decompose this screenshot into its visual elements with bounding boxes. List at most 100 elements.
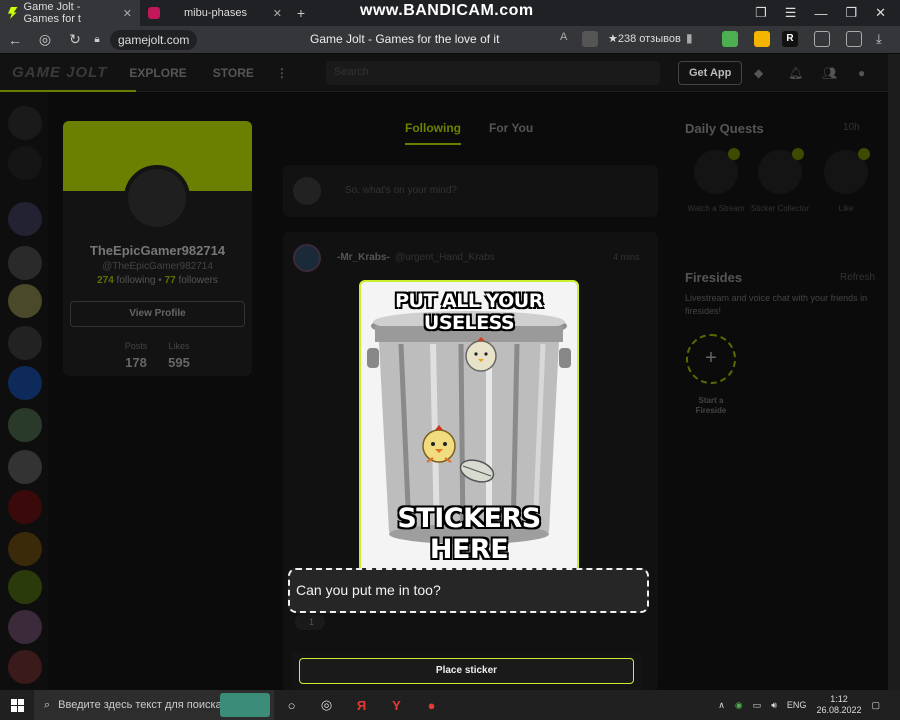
extension-icon[interactable] — [814, 31, 830, 47]
rail-community-1[interactable] — [8, 202, 42, 236]
collections-icon[interactable]: ❐ — [755, 5, 767, 21]
browser-tab-mibu[interactable]: mibu-phases ✕ — [140, 0, 290, 26]
user-menu-icon[interactable]: ● — [858, 66, 872, 80]
download-icon[interactable]: ⤓ — [876, 31, 892, 47]
extension-yellow-icon[interactable] — [754, 31, 770, 47]
nav-store[interactable]: STORE — [213, 66, 254, 80]
url-field[interactable]: gamejolt.com — [110, 29, 198, 50]
tray-chevron-icon[interactable]: ∧ — [718, 700, 725, 711]
reload-icon[interactable]: ↻ — [60, 31, 90, 48]
composer-avatar — [293, 177, 321, 205]
post-author-avatar[interactable] — [293, 244, 321, 272]
get-app-button[interactable]: Get App — [678, 61, 743, 85]
tray-app-icon[interactable]: ◉ — [735, 700, 743, 711]
daily-quests-title: Daily Quests — [685, 121, 764, 136]
post-caption-text: Can you put me in too? — [288, 568, 649, 613]
leaf-sticker-icon[interactable] — [457, 456, 497, 486]
gamejolt-logo[interactable]: GAME JOLT — [12, 64, 107, 81]
rail-home-icon[interactable] — [8, 106, 42, 140]
yandex-browser-icon[interactable]: Y — [379, 698, 414, 713]
task-view-icon[interactable]: ◎ — [309, 697, 344, 713]
window-controls: ❐ ☰ — ❐ ✕ — [755, 0, 900, 26]
following-count[interactable]: 274 — [97, 275, 114, 286]
extension-icon[interactable] — [582, 31, 598, 47]
yandex-icon[interactable]: Я — [344, 698, 379, 713]
quest-card[interactable]: Sticker Collector — [750, 148, 810, 214]
rail-community-6[interactable] — [8, 408, 42, 442]
rail-library-icon[interactable] — [8, 146, 42, 180]
rail-community-8[interactable] — [8, 490, 42, 524]
notifications-icon[interactable]: ▢ — [871, 700, 880, 711]
close-tab-icon[interactable]: ✕ — [273, 7, 282, 20]
rail-community-9[interactable] — [8, 532, 42, 566]
avatar[interactable] — [124, 165, 190, 231]
menu-icon[interactable]: ☰ — [785, 5, 797, 21]
firesides-refresh-link[interactable]: Refresh — [840, 272, 875, 283]
site-search-input[interactable]: Search — [326, 61, 660, 85]
taskbar-clock[interactable]: 1:12 26.08.2022 — [816, 694, 861, 716]
new-tab-plus-icon[interactable]: + — [290, 4, 312, 22]
follow-counts: 274 following • 77 followers — [63, 275, 252, 286]
screenshot-icon[interactable] — [846, 31, 862, 47]
roblox-extension-icon[interactable]: R — [782, 31, 798, 47]
close-window-icon[interactable]: ✕ — [875, 5, 886, 21]
post-composer[interactable]: So, what's on your mind? — [283, 165, 658, 217]
clock-time: 1:12 — [830, 694, 848, 704]
address-bar: ← ◎ ↻ 🔒︎ gamejolt.com Game Jolt - Games … — [0, 26, 900, 53]
chick-sticker-icon[interactable] — [417, 422, 461, 466]
post-author-handle[interactable]: @urgent_Hand_Krabs — [395, 252, 495, 263]
reaction-badge[interactable]: 1 — [295, 614, 325, 630]
taskbar-search-input[interactable]: ⌕ Введите здесь текст для поиска — [34, 690, 274, 720]
clock-date: 26.08.2022 — [816, 705, 862, 715]
gamejolt-favicon-icon — [8, 7, 18, 19]
browser-tab-gamejolt[interactable]: Game Jolt - Games for t ✕ — [0, 0, 140, 26]
start-fireside-button[interactable]: + — [686, 334, 736, 384]
rail-community-3[interactable] — [8, 284, 42, 318]
page-scrollbar[interactable] — [888, 54, 900, 690]
minimize-icon[interactable]: — — [814, 6, 827, 21]
followers-label[interactable]: followers — [178, 275, 217, 286]
rail-community-12[interactable] — [8, 650, 42, 684]
bookmark-icon[interactable]: ▮ — [686, 31, 702, 47]
place-sticker-button[interactable]: Place sticker — [299, 658, 634, 684]
composer-placeholder[interactable]: So, what's on your mind? — [345, 185, 457, 196]
profile-name[interactable]: TheEpicGamer982714 — [63, 243, 252, 258]
rail-community-10[interactable] — [8, 570, 42, 604]
tray-network-icon[interactable]: ▭ — [753, 700, 762, 711]
rail-community-7[interactable] — [8, 450, 42, 484]
rail-community-11[interactable] — [8, 610, 42, 644]
notifications-bell-icon[interactable]: 🔔︎ — [788, 66, 803, 80]
chick-sticker-icon[interactable] — [461, 334, 501, 374]
view-profile-button[interactable]: View Profile — [70, 301, 245, 327]
bandicam-icon[interactable]: ● — [414, 698, 449, 713]
close-tab-icon[interactable]: ✕ — [123, 7, 132, 20]
tab-for-you[interactable]: For You — [489, 121, 533, 135]
community-rail — [0, 92, 48, 690]
nav-explore[interactable]: EXPLORE — [129, 66, 186, 80]
rail-community-2[interactable] — [8, 246, 42, 280]
tray-volume-icon[interactable]: 🔊︎ — [771, 700, 777, 711]
back-arrow-icon[interactable]: ← — [0, 32, 30, 48]
restore-icon[interactable]: ❐ — [845, 5, 857, 21]
search-highlight-illustration — [220, 693, 270, 717]
download-green-icon[interactable] — [722, 31, 738, 47]
sticker-meme-image[interactable]: PUT ALL YOUR USELESS STICKERS HERE — [359, 280, 579, 573]
quest-card[interactable]: Like — [816, 148, 876, 214]
language-indicator[interactable]: ENG — [787, 700, 807, 710]
following-label[interactable]: following — [117, 275, 156, 286]
post-author-name[interactable]: -Mr_Krabs- — [337, 252, 390, 263]
start-button[interactable] — [0, 690, 34, 720]
followers-count[interactable]: 77 — [165, 275, 176, 286]
post-timestamp[interactable]: 4 mins — [613, 252, 640, 262]
friends-icon[interactable]: 👥︎ — [822, 66, 837, 80]
tab-following[interactable]: Following — [405, 121, 461, 135]
quest-card[interactable]: Watch a Stream — [686, 148, 746, 214]
profile-icon[interactable]: ◎ — [30, 31, 60, 48]
store-rating[interactable]: ★238 отзывов — [608, 32, 681, 45]
rail-community-4[interactable] — [8, 326, 42, 360]
translate-icon[interactable]: A — [560, 31, 576, 47]
quests-icon[interactable]: ◆ — [754, 66, 768, 80]
more-menu-icon[interactable]: ⋮ — [276, 66, 288, 80]
cortana-icon[interactable]: ○ — [274, 698, 309, 713]
rail-community-5[interactable] — [8, 366, 42, 400]
